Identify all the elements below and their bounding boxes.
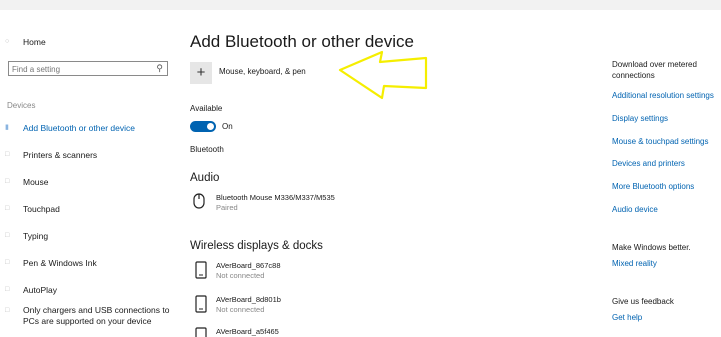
link-display-settings[interactable]: Display settings [612, 114, 668, 123]
display-device-icon [195, 295, 207, 313]
sidebar-item-touchpad[interactable]: □ Touchpad [0, 199, 178, 219]
mouse-icon: □ [5, 178, 10, 185]
device-name: AVerBoard_867c88 [216, 261, 281, 270]
available-label: Available [190, 104, 223, 113]
sidebar-item-home[interactable]: ○ Home [0, 32, 178, 52]
yellow-arrow-annotation [338, 50, 428, 100]
sidebar-item-label: Home [23, 37, 46, 47]
display-device-icon [195, 327, 207, 337]
touchpad-icon: □ [5, 205, 10, 212]
sidebar-item-label: Printers & scanners [23, 150, 98, 160]
sidebar-item-usb[interactable]: □ Only chargers and USB connections to P… [0, 305, 178, 329]
audio-heading: Audio [190, 172, 220, 184]
home-icon: ○ [5, 38, 10, 45]
make-windows-better: Make Windows better. [612, 243, 691, 252]
search-icon[interactable]: ⚲ [156, 63, 163, 74]
sidebar-item-label: AutoPlay [23, 285, 58, 295]
sidebar-item-typing[interactable]: □ Typing [0, 226, 178, 246]
sidebar-item-label: Touchpad [23, 204, 60, 214]
link-mixed-reality[interactable]: Mixed reality [612, 259, 657, 268]
bluetooth-label: Bluetooth [190, 145, 224, 154]
link-devices-printers[interactable]: Devices and printers [612, 159, 685, 168]
sidebar-item-autoplay[interactable]: □ AutoPlay [0, 280, 178, 300]
device-status: Paired [216, 203, 238, 212]
link-audio-device[interactable]: Audio device [612, 205, 658, 214]
sidebar-item-label: Typing [23, 231, 49, 241]
toggle-state: On [222, 122, 233, 131]
sidebar-item-mouse[interactable]: □ Mouse [0, 172, 178, 192]
wireless-device-item[interactable]: AVerBoard_a5f465 [190, 325, 390, 337]
search-box[interactable]: ⚲ [8, 61, 168, 76]
sidebar-item-label: Pen & Windows Ink [23, 258, 97, 268]
add-device-label[interactable]: Mouse, keyboard, & pen [219, 67, 306, 76]
bluetooth-toggle[interactable] [190, 121, 216, 132]
wireless-device-item[interactable]: AVerBoard_867c88 Not connected [190, 259, 390, 285]
link-mouse-touchpad[interactable]: Mouse & touchpad settings [612, 137, 709, 146]
pen-icon: □ [5, 259, 10, 266]
sidebar-item-label: Only chargers and USB connections to PCs… [23, 305, 170, 326]
wireless-device-item[interactable]: AVerBoard_8d801b Not connected [190, 293, 390, 319]
autoplay-icon: □ [5, 286, 10, 293]
audio-device-item[interactable]: Bluetooth Mouse M336/M337/M535 Paired [190, 191, 390, 217]
mouse-icon [193, 193, 205, 209]
section-heading: Devices [7, 101, 36, 110]
wireless-heading: Wireless displays & docks [190, 240, 323, 252]
keyboard-icon: □ [5, 232, 10, 239]
sidebar-item-printers[interactable]: □ Printers & scanners [0, 145, 178, 165]
device-name: AVerBoard_8d801b [216, 295, 281, 304]
device-status: Not connected [216, 305, 265, 314]
sidebar-item-pen[interactable]: □ Pen & Windows Ink [0, 253, 178, 273]
device-name: Bluetooth Mouse M336/M337/M535 [216, 193, 335, 202]
toggle-knob [207, 123, 214, 130]
display-device-icon [195, 261, 207, 279]
metered-connections-text: Download over metered connections [612, 60, 697, 80]
sidebar-item-label: Add Bluetooth or other device [23, 123, 135, 133]
bluetooth-icon: ▮ [5, 124, 9, 131]
device-status: Not connected [216, 271, 265, 280]
link-more-bluetooth[interactable]: More Bluetooth options [612, 182, 694, 191]
sidebar-item-add-bluetooth[interactable]: ▮ Add Bluetooth or other device [0, 118, 178, 138]
plus-icon: + [196, 64, 206, 81]
give-feedback-text: Give us feedback [612, 297, 674, 306]
printer-icon: □ [5, 151, 10, 158]
title-bar [0, 0, 721, 10]
link-get-help[interactable]: Get help [612, 313, 642, 322]
sidebar-item-label: Mouse [23, 177, 49, 187]
device-name: AVerBoard_a5f465 [216, 327, 279, 336]
search-input[interactable] [12, 63, 152, 75]
usb-icon: □ [5, 307, 10, 314]
add-device-button[interactable]: + [190, 62, 212, 84]
link-additional-resolution[interactable]: Additional resolution settings [612, 91, 714, 100]
